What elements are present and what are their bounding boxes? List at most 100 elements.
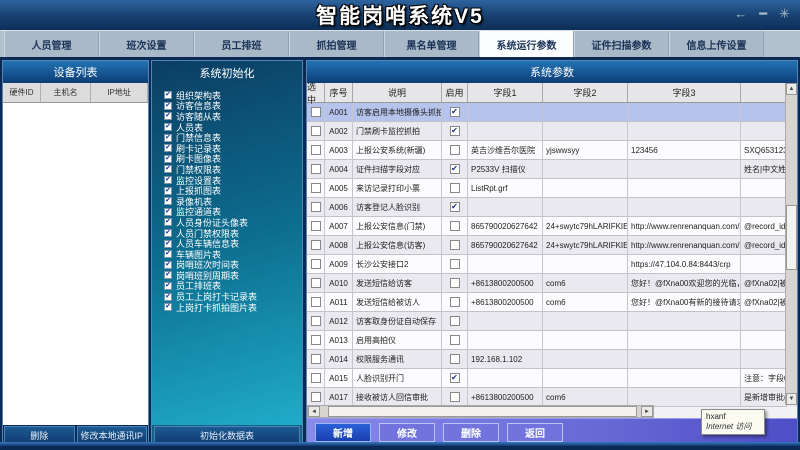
checkbox-checked-icon[interactable]: ✔: [164, 240, 172, 248]
close-icon[interactable]: ✳: [779, 4, 790, 24]
enable-cell[interactable]: [442, 331, 468, 350]
table-row[interactable]: A007上报公安信息(门禁)86579002062764224+swytc79h…: [307, 217, 797, 236]
enable-cell[interactable]: [442, 293, 468, 312]
tab-7[interactable]: 证件扫描参数: [574, 31, 669, 57]
checkbox-unchecked-icon[interactable]: [450, 221, 460, 231]
checkbox-checked-icon[interactable]: ✔: [450, 202, 460, 212]
modify-button[interactable]: 修改: [379, 423, 435, 442]
enable-cell[interactable]: [442, 179, 468, 198]
checkbox-unchecked-icon[interactable]: [311, 164, 321, 174]
checkbox-unchecked-icon[interactable]: [311, 354, 321, 364]
table-row[interactable]: A012访客取身份证自动保存: [307, 312, 797, 331]
checkbox-unchecked-icon[interactable]: [311, 183, 321, 193]
checkbox-checked-icon[interactable]: ✔: [164, 197, 172, 205]
select-cell[interactable]: [307, 236, 325, 255]
table-row[interactable]: A002门禁刷卡监控抓拍✔: [307, 122, 797, 141]
horizontal-scrollbar[interactable]: ◄ ►: [307, 405, 654, 418]
table-row[interactable]: A010发送短信给访客+8613800200500com6您好！@fXna00欢…: [307, 274, 797, 293]
select-cell[interactable]: [307, 331, 325, 350]
checkbox-unchecked-icon[interactable]: [311, 278, 321, 288]
checkbox-unchecked-icon[interactable]: [311, 107, 321, 117]
enable-cell[interactable]: [442, 236, 468, 255]
table-row[interactable]: A008上报公安信息(访客)86579002062764224+swytc79h…: [307, 236, 797, 255]
tab-5[interactable]: 黑名单管理: [384, 31, 479, 57]
checkbox-unchecked-icon[interactable]: [311, 259, 321, 269]
checkbox-unchecked-icon[interactable]: [311, 240, 321, 250]
table-row[interactable]: A005来访记录打印小票ListRpt.grf: [307, 179, 797, 198]
checkbox-checked-icon[interactable]: ✔: [450, 164, 460, 174]
checkbox-checked-icon[interactable]: ✔: [164, 261, 172, 269]
checkbox-unchecked-icon[interactable]: [311, 221, 321, 231]
device-table-body[interactable]: [3, 103, 148, 425]
select-cell[interactable]: [307, 160, 325, 179]
enable-cell[interactable]: [442, 350, 468, 369]
tab-4[interactable]: 抓拍管理: [289, 31, 384, 57]
scroll-right-icon[interactable]: ►: [641, 406, 653, 417]
table-row[interactable]: A001访客启用本地摄像头抓拍✔: [307, 103, 797, 122]
select-cell[interactable]: [307, 274, 325, 293]
checkbox-checked-icon[interactable]: ✔: [164, 102, 172, 110]
checkbox-unchecked-icon[interactable]: [450, 278, 460, 288]
checkbox-unchecked-icon[interactable]: [450, 297, 460, 307]
checkbox-unchecked-icon[interactable]: [450, 259, 460, 269]
table-row[interactable]: A013启用高拍仪: [307, 331, 797, 350]
enable-cell[interactable]: [442, 217, 468, 236]
tab-1[interactable]: 人员管理: [4, 31, 99, 57]
checkbox-unchecked-icon[interactable]: [450, 183, 460, 193]
checkbox-checked-icon[interactable]: ✔: [164, 271, 172, 279]
checkbox-checked-icon[interactable]: ✔: [164, 250, 172, 258]
checkbox-checked-icon[interactable]: ✔: [164, 91, 172, 99]
checkbox-unchecked-icon[interactable]: [450, 145, 460, 155]
tab-8[interactable]: 信息上传设置: [669, 31, 764, 57]
horizontal-scroll-thumb[interactable]: [328, 406, 637, 417]
checkbox-unchecked-icon[interactable]: [450, 392, 460, 402]
table-row[interactable]: A015人脸识别开门✔注意：字段05为: [307, 369, 797, 388]
enable-cell[interactable]: ✔: [442, 103, 468, 122]
table-row[interactable]: A003上报公安系统(新疆)英吉沙维吾尔医院yjswwsyy123456SXQ6…: [307, 141, 797, 160]
enable-cell[interactable]: ✔: [442, 122, 468, 141]
select-cell[interactable]: [307, 369, 325, 388]
table-row[interactable]: A004证件扫描字段对应✔P2533V 扫描仪姓名|中文姓名,: [307, 160, 797, 179]
checkbox-checked-icon[interactable]: ✔: [450, 373, 460, 383]
select-cell[interactable]: [307, 179, 325, 198]
select-cell[interactable]: [307, 312, 325, 331]
add-button[interactable]: 新增: [315, 423, 371, 442]
table-row[interactable]: A009长沙公安接口2https://47.104.0.84:8443/crp: [307, 255, 797, 274]
tab-6[interactable]: 系统运行参数: [479, 31, 574, 57]
vertical-scroll-thumb[interactable]: [786, 205, 797, 269]
scroll-up-icon[interactable]: ▲: [786, 83, 797, 95]
checkbox-checked-icon[interactable]: ✔: [164, 293, 172, 301]
table-row[interactable]: A014权限服务通讯192.168.1.102: [307, 350, 797, 369]
select-cell[interactable]: [307, 103, 325, 122]
checkbox-unchecked-icon[interactable]: [311, 373, 321, 383]
checkbox-checked-icon[interactable]: ✔: [164, 187, 172, 195]
checkbox-checked-icon[interactable]: ✔: [164, 218, 172, 226]
checkbox-checked-icon[interactable]: ✔: [450, 126, 460, 136]
checkbox-checked-icon[interactable]: ✔: [164, 165, 172, 173]
enable-cell[interactable]: ✔: [442, 160, 468, 179]
enable-cell[interactable]: [442, 312, 468, 331]
enable-cell[interactable]: [442, 141, 468, 160]
checkbox-unchecked-icon[interactable]: [311, 202, 321, 212]
checkbox-unchecked-icon[interactable]: [311, 316, 321, 326]
select-cell[interactable]: [307, 293, 325, 312]
return-button[interactable]: 返回: [507, 423, 563, 442]
checkbox-checked-icon[interactable]: ✔: [164, 282, 172, 290]
select-cell[interactable]: [307, 122, 325, 141]
tab-2[interactable]: 班次设置: [99, 31, 194, 57]
select-cell[interactable]: [307, 217, 325, 236]
table-row[interactable]: A011发送短信给被访人+8613800200500com6您好！@fXna00…: [307, 293, 797, 312]
delete-button[interactable]: 删除: [443, 423, 499, 442]
select-cell[interactable]: [307, 198, 325, 217]
select-cell[interactable]: [307, 350, 325, 369]
init-table-item[interactable]: ✔上岗打卡抓拍图片表: [164, 302, 302, 313]
checkbox-unchecked-icon[interactable]: [311, 297, 321, 307]
checkbox-checked-icon[interactable]: ✔: [450, 107, 460, 117]
vertical-scrollbar[interactable]: ▲ ▼: [785, 83, 797, 405]
checkbox-checked-icon[interactable]: ✔: [164, 134, 172, 142]
checkbox-checked-icon[interactable]: ✔: [164, 176, 172, 184]
select-cell[interactable]: [307, 255, 325, 274]
enable-cell[interactable]: [442, 255, 468, 274]
checkbox-unchecked-icon[interactable]: [311, 392, 321, 402]
select-cell[interactable]: [307, 141, 325, 160]
